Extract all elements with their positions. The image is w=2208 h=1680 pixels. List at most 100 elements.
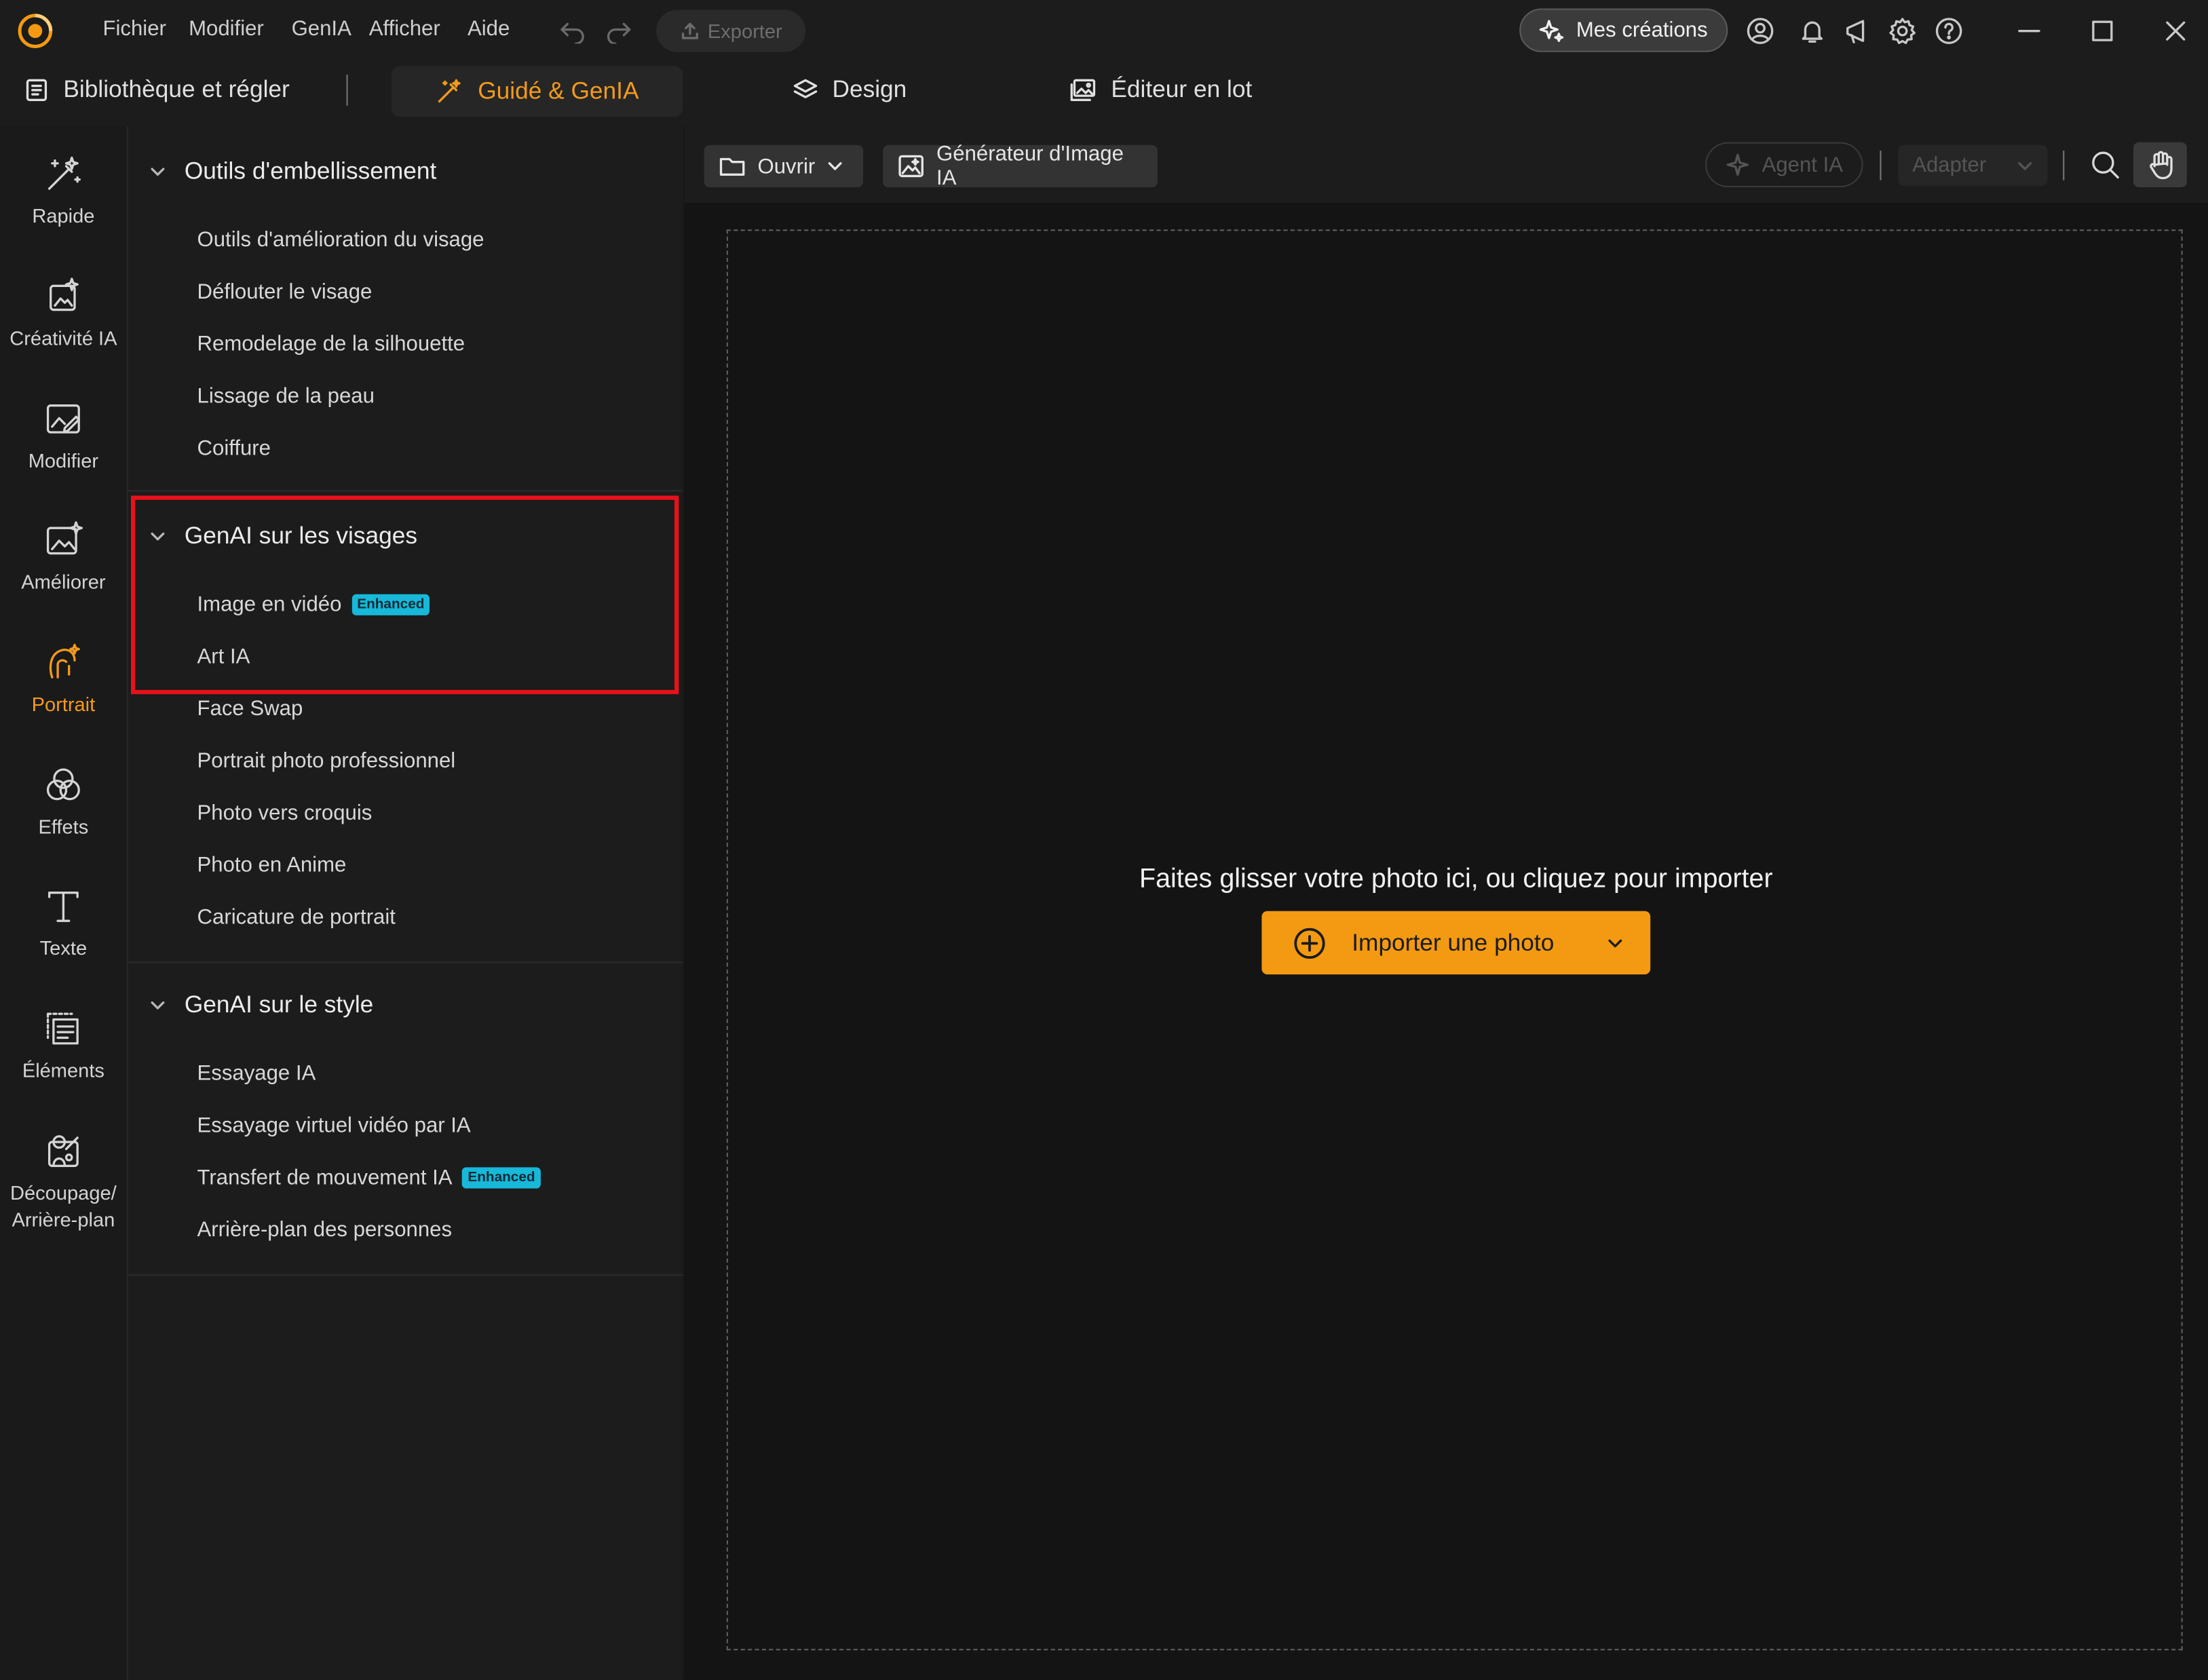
layers-icon — [793, 77, 818, 102]
elements-icon — [41, 1007, 85, 1052]
tab-guide-genai[interactable]: Guidé & GenIA — [391, 66, 683, 117]
tool-item[interactable]: Face Swap — [197, 693, 303, 724]
open-label: Ouvrir — [757, 154, 816, 178]
zoom-search-icon[interactable] — [2090, 149, 2121, 180]
edit-image-icon — [41, 397, 85, 442]
help-icon[interactable] — [1935, 17, 1963, 45]
maximize-icon[interactable] — [2090, 17, 2115, 45]
tab-batch-label: Éditeur en lot — [1111, 76, 1253, 103]
rail-item-portrait[interactable]: Portrait — [0, 641, 127, 718]
tool-item[interactable]: Transfert de mouvement IA Enhanced — [197, 1162, 541, 1193]
magic-wand-icon — [41, 152, 85, 197]
agent-label: Agent IA — [1762, 153, 1844, 177]
tool-item[interactable]: Déflouter le visage — [197, 276, 373, 307]
ai-image-generator-icon — [897, 153, 926, 178]
rail-item-label: Éléments — [22, 1058, 104, 1082]
folder-icon — [718, 153, 746, 178]
menu-fichier[interactable]: Fichier — [102, 17, 166, 41]
redo-icon[interactable] — [604, 18, 632, 44]
rail-item-label: Effets — [38, 815, 89, 838]
rail-item-label: Découpage/ — [10, 1181, 117, 1204]
toolbar-divider — [1880, 151, 1882, 180]
drop-instruction-text: Faites glisser votre photo ici, ou cliqu… — [1139, 864, 1773, 894]
rail-item-label: Portrait — [31, 693, 96, 716]
tool-item[interactable]: Photo vers croquis — [197, 797, 373, 828]
tool-label: Photo vers croquis — [197, 800, 373, 825]
zoom-fit-dropdown[interactable]: Adapter — [1898, 145, 2048, 186]
tool-item[interactable]: Coiffure — [197, 432, 271, 463]
export-button[interactable]: Exporter — [656, 9, 806, 52]
promo-megaphone-icon[interactable] — [1844, 17, 1872, 45]
tool-item[interactable]: Caricature de portrait — [197, 901, 396, 932]
photo-drop-zone[interactable]: Faites glisser votre photo ici, ou cliqu… — [726, 229, 2183, 1651]
tool-label: Essayage IA — [197, 1061, 316, 1085]
tab-divider — [346, 74, 348, 106]
tool-item[interactable]: Outils d'amélioration du visage — [197, 224, 484, 255]
undo-icon[interactable] — [559, 18, 588, 44]
open-button[interactable]: Ouvrir — [704, 145, 864, 188]
section-divider — [128, 490, 683, 492]
tool-label: Lissage de la peau — [197, 383, 375, 408]
tool-item[interactable]: Arrière-plan des personnes — [197, 1214, 452, 1245]
tool-label: Photo en Anime — [197, 852, 347, 877]
tool-label: Caricature de portrait — [197, 904, 396, 929]
portrait-icon — [41, 641, 85, 685]
menu-genia[interactable]: GenIA — [292, 17, 351, 41]
enhance-image-icon — [41, 518, 85, 563]
effects-icon — [41, 763, 85, 808]
import-photo-button[interactable]: Importer une photo — [1261, 911, 1651, 975]
settings-gear-icon[interactable] — [1888, 17, 1917, 45]
account-icon[interactable] — [1746, 17, 1774, 45]
section-divider — [128, 1274, 683, 1276]
rail-item-creativite-ia[interactable]: Créativité IA — [0, 275, 127, 352]
menu-aide[interactable]: Aide — [468, 17, 510, 41]
tool-item[interactable]: Portrait photo professionnel — [197, 745, 456, 776]
tool-label: Face Swap — [197, 696, 303, 721]
generator-label: Générateur d'Image IA — [936, 142, 1124, 191]
tool-category-rail: Rapide Créativité IA Modifier Améliorer … — [0, 126, 128, 1680]
rail-item-label: Modifier — [28, 449, 99, 472]
ai-image-generator-button[interactable]: Générateur d'Image IA — [883, 142, 1158, 190]
tab-batch-editor[interactable]: Éditeur en lot — [1069, 62, 1252, 118]
cutout-icon — [41, 1129, 85, 1174]
rail-item-elements[interactable]: Éléments — [0, 1007, 127, 1084]
menu-afficher[interactable]: Afficher — [369, 17, 440, 41]
notification-bell-icon[interactable] — [1798, 17, 1827, 45]
section-header-embellissement[interactable]: Outils d'embellissement — [128, 151, 683, 193]
rail-item-effets[interactable]: Effets — [0, 763, 127, 841]
menu-modifier[interactable]: Modifier — [189, 17, 264, 41]
mes-creations-button[interactable]: Mes créations — [1519, 8, 1728, 52]
rail-item-modifier[interactable]: Modifier — [0, 397, 127, 474]
tool-item[interactable]: Remodelage de la silhouette — [197, 328, 465, 360]
tab-design[interactable]: Design — [793, 62, 907, 118]
magic-wand-icon — [436, 77, 464, 106]
close-icon[interactable] — [2163, 17, 2188, 45]
tool-label: Transfert de mouvement IA — [197, 1165, 453, 1189]
tab-library[interactable]: Bibliothèque et régler — [24, 62, 290, 118]
tool-item[interactable]: Lissage de la peau — [197, 380, 375, 411]
section-header-genai-style[interactable]: GenAI sur le style — [128, 985, 683, 1027]
rail-item-label: Créativité IA — [9, 326, 117, 349]
ai-creativity-icon — [41, 275, 85, 320]
tool-item[interactable]: Essayage IA — [197, 1058, 316, 1089]
chevron-down-icon — [148, 162, 168, 182]
tool-label: Arrière-plan des personnes — [197, 1217, 453, 1242]
export-icon — [679, 21, 699, 41]
chevron-down-icon — [148, 995, 168, 1015]
tool-label: Remodelage de la silhouette — [197, 331, 465, 356]
chevron-down-icon[interactable] — [1605, 933, 1625, 953]
minimize-icon[interactable] — [2017, 17, 2042, 45]
rail-item-decoupage[interactable]: Découpage/ Arrière-plan — [0, 1129, 127, 1234]
tool-item[interactable]: Essayage virtuel vidéo par IA — [197, 1109, 471, 1141]
rail-item-texte[interactable]: Texte — [0, 884, 127, 961]
title-bar: Fichier Modifier GenIA Afficher Aide Exp… — [0, 0, 2208, 62]
rail-item-label: Rapide — [32, 204, 95, 227]
agent-ia-button[interactable]: Agent IA — [1705, 142, 1863, 188]
pan-hand-tool[interactable] — [2133, 142, 2187, 188]
text-icon — [41, 884, 85, 929]
tool-item[interactable]: Photo en Anime — [197, 849, 347, 880]
tab-library-label: Bibliothèque et régler — [63, 76, 290, 103]
tools-panel: Outils d'embellissement Outils d'amélior… — [128, 126, 683, 1680]
rail-item-ameliorer[interactable]: Améliorer — [0, 518, 127, 596]
rail-item-rapide[interactable]: Rapide — [0, 152, 127, 229]
